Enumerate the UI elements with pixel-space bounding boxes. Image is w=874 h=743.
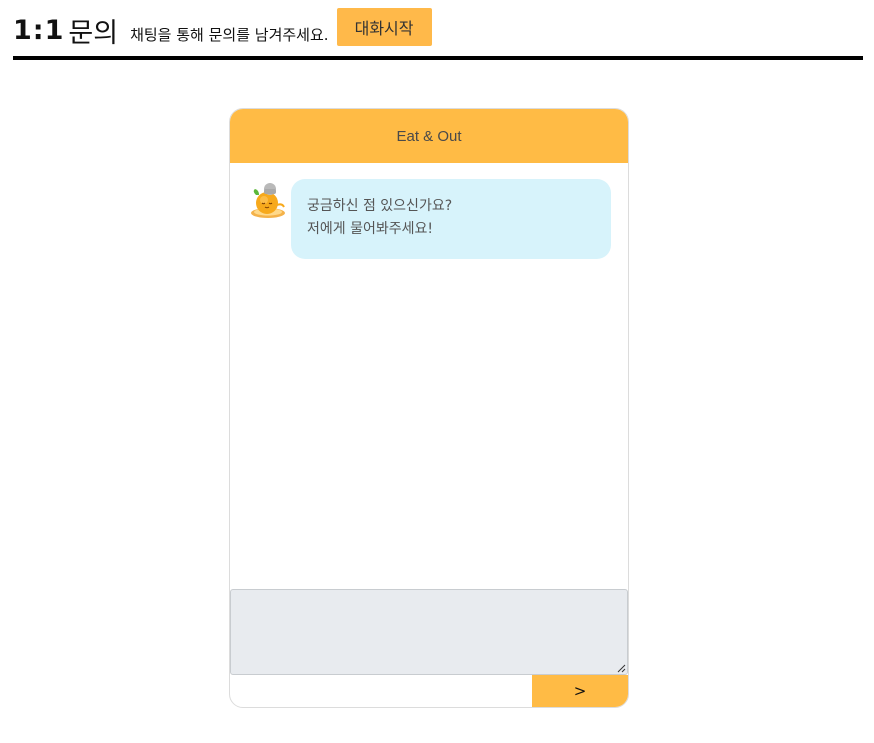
page-title-text: 문의 (68, 17, 119, 49)
chat-window: Eat & Out 궁금하신 점 있으신가요? 저에게 물어봐주세요! > (229, 108, 629, 708)
header-divider (13, 56, 863, 60)
bot-message-line: 궁금하신 점 있으신가요? (307, 198, 453, 214)
start-chat-button[interactable]: 대화시작 (336, 8, 432, 46)
chat-header-title: Eat & Out (396, 127, 462, 145)
resize-grip-icon[interactable] (616, 663, 626, 673)
page-title-number: 1:1 (13, 14, 65, 46)
chat-header: Eat & Out (230, 109, 628, 163)
page-subtitle: 채팅을 통해 문의를 남겨주세요. (130, 25, 329, 44)
bot-message-line: 저에게 물어봐주세요! (307, 221, 433, 237)
bot-message-bubble: 궁금하신 점 있으신가요? 저에게 물어봐주세요! (291, 179, 611, 259)
page-header: 1:1 문의 채팅을 통해 문의를 남겨주세요. 대화시작 (13, 4, 863, 56)
chat-messages: 궁금하신 점 있으신가요? 저에게 물어봐주세요! (230, 163, 628, 589)
orange-mascot-icon (251, 183, 285, 218)
chat-message-input[interactable] (230, 589, 628, 675)
send-button[interactable]: > (532, 675, 628, 707)
